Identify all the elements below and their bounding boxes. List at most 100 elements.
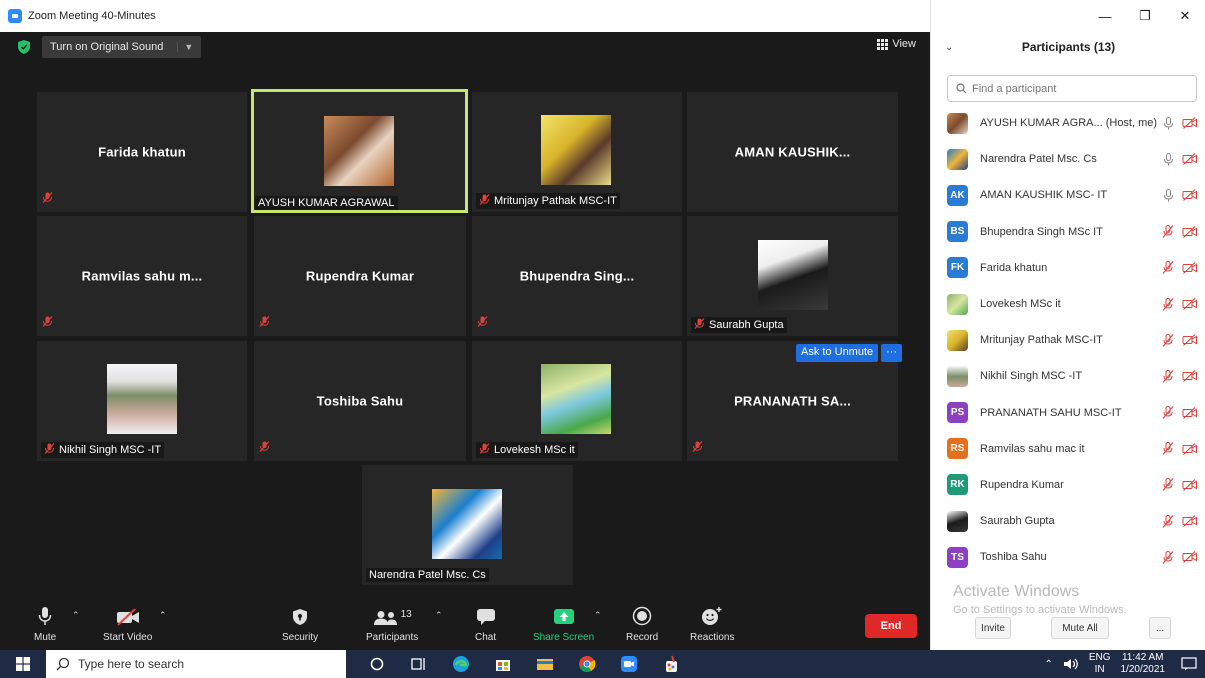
paint-icon[interactable] (650, 650, 692, 678)
participant-photo (324, 116, 394, 186)
store-icon[interactable] (482, 650, 524, 678)
participant-row[interactable]: FK Farida khatun (931, 250, 1205, 286)
volume-icon[interactable] (1063, 658, 1079, 670)
mute-button[interactable]: Mute (34, 604, 56, 643)
language-indicator[interactable]: ENG IN (1089, 652, 1111, 676)
task-view-icon[interactable] (398, 650, 440, 678)
video-off-icon (1182, 406, 1197, 419)
chevron-down-icon[interactable]: ⌄ (945, 42, 953, 53)
smiley-icon (702, 607, 722, 625)
taskbar-search-box[interactable]: Type here to search (46, 650, 346, 678)
caret-up-icon[interactable]: ⌃ (594, 610, 602, 621)
security-button[interactable]: Security (282, 604, 318, 643)
mic-muted-icon (692, 439, 703, 457)
participants-icon (373, 611, 397, 625)
video-off-icon (1182, 442, 1197, 455)
mute-all-button[interactable]: Mute All (1051, 617, 1109, 639)
video-tile-rupendra[interactable]: Rupendra Kumar (254, 216, 466, 336)
ask-to-unmute-button[interactable]: Ask to Unmute (796, 344, 879, 362)
participant-status-icons (1163, 116, 1198, 130)
search-input[interactable] (972, 82, 1172, 95)
mic-muted-icon (259, 314, 270, 332)
avatar (947, 365, 968, 387)
record-button[interactable]: Record (626, 604, 658, 643)
chrome-icon[interactable] (566, 650, 608, 678)
video-tile-toshiba[interactable]: Toshiba Sahu (254, 341, 466, 461)
share-screen-button[interactable]: Share Screen (533, 604, 594, 643)
participant-row[interactable]: Narendra Patel Msc. Cs (931, 141, 1205, 177)
video-tile-aman[interactable]: AMAN KAUSHIK... (687, 92, 898, 212)
participant-list: AYUSH KUMAR AGRA... (Host, me) Narendra P… (931, 105, 1205, 575)
file-explorer-icon[interactable] (524, 650, 566, 678)
participant-status-icons (1162, 225, 1198, 239)
microphone-icon (38, 607, 52, 625)
video-tile-saurabh[interactable]: Saurabh Gupta (687, 216, 898, 336)
video-tile-narendra[interactable]: Narendra Patel Msc. Cs (362, 465, 573, 585)
more-options-button[interactable]: ... (1149, 617, 1171, 639)
video-tile-mritunjay[interactable]: Mritunjay Pathak MSC-IT (472, 92, 682, 212)
video-tile-bhupendra[interactable]: Bhupendra Sing... (472, 216, 682, 336)
participant-row[interactable]: BS Bhupendra Singh MSc IT (931, 214, 1205, 250)
participant-row[interactable]: Nikhil Singh MSC -IT (931, 358, 1205, 394)
view-button[interactable]: View (877, 38, 916, 50)
caret-up-icon[interactable]: ⌃ (159, 610, 167, 621)
tile-label-text: Mritunjay Pathak MSC-IT (494, 195, 617, 207)
participant-row[interactable]: PS PRANANATH SAHU MSC-IT (931, 395, 1205, 431)
participants-button[interactable]: 13 Participants (366, 604, 418, 643)
notification-icon[interactable] (1181, 657, 1197, 671)
participant-search[interactable] (947, 75, 1197, 102)
participant-row[interactable]: RK Rupendra Kumar (931, 467, 1205, 503)
chat-button[interactable]: Chat (475, 604, 496, 643)
clock[interactable]: 11:42 AM 1/20/2021 (1121, 652, 1166, 676)
clock-time: 11:42 AM (1121, 652, 1164, 663)
original-sound-label: Turn on Original Sound (50, 41, 164, 53)
original-sound-button[interactable]: Turn on Original Sound ▼ (42, 36, 202, 58)
caret-up-icon[interactable]: ⌃ (72, 610, 80, 621)
caret-down-icon[interactable]: ▼ (177, 42, 193, 52)
tile-name: Farida khatun (98, 144, 186, 160)
video-tile-farida[interactable]: Farida khatun (37, 92, 247, 212)
shield-icon[interactable] (18, 40, 30, 54)
start-video-button[interactable]: Start Video (103, 604, 152, 643)
video-off-icon (1182, 225, 1197, 238)
chevron-up-icon[interactable]: ⌃ (1044, 659, 1052, 670)
tile-name: Toshiba Sahu (316, 393, 404, 409)
video-tile-ramvilas[interactable]: Ramvilas sahu m... (37, 216, 247, 336)
close-icon[interactable]: ✕ (1165, 0, 1205, 32)
edge-browser-icon[interactable] (440, 650, 482, 678)
avatar: RK (947, 474, 968, 496)
microphone-icon (1164, 188, 1173, 202)
participant-status-icons (1163, 152, 1198, 166)
caret-up-icon[interactable]: ⌃ (435, 610, 443, 621)
tile-name: Bhupendra Sing... (519, 268, 635, 284)
invite-button[interactable]: Invite (975, 617, 1011, 639)
participant-status-icons (1162, 442, 1198, 456)
tile-name: Rupendra Kumar (305, 268, 415, 284)
zoom-taskbar-icon[interactable] (608, 650, 650, 678)
participant-row[interactable]: TS Toshiba Sahu (931, 539, 1205, 575)
video-tile-nikhil[interactable]: Nikhil Singh MSC -IT (37, 341, 247, 461)
cortana-icon[interactable] (356, 650, 398, 678)
mic-muted-icon (479, 443, 490, 457)
minimize-icon[interactable]: — (1085, 0, 1125, 32)
restore-icon[interactable]: ❐ (1125, 0, 1165, 32)
participant-row[interactable]: Mritunjay Pathak MSC-IT (931, 322, 1205, 358)
end-meeting-button[interactable]: End (865, 614, 917, 638)
participant-row[interactable]: Saurabh Gupta (931, 503, 1205, 539)
participant-row[interactable]: RS Ramvilas sahu mac it (931, 431, 1205, 467)
video-tile-lovekesh[interactable]: Lovekesh MSc it (472, 341, 682, 461)
participant-row[interactable]: AYUSH KUMAR AGRA... (Host, me) (931, 105, 1205, 141)
video-tile-ayush[interactable]: AYUSH KUMAR AGRAWAL (251, 89, 468, 213)
reactions-button[interactable]: Reactions (690, 604, 734, 643)
mic-muted-icon (1162, 550, 1174, 564)
participants-count: 13 (400, 609, 412, 620)
mic-muted-icon (1162, 514, 1174, 528)
watermark-subtitle: Go to Settings to activate Windows. (953, 604, 1127, 616)
windows-logo-icon (16, 657, 30, 671)
participant-row[interactable]: Lovekesh MSc it (931, 286, 1205, 322)
start-button[interactable] (0, 650, 46, 678)
tile-label: Lovekesh MSc it (476, 442, 578, 458)
tile-label: Mritunjay Pathak MSC-IT (476, 193, 620, 209)
tile-more-button[interactable]: ··· (881, 344, 903, 362)
participant-row[interactable]: AK AMAN KAUSHIK MSC- IT (931, 177, 1205, 213)
